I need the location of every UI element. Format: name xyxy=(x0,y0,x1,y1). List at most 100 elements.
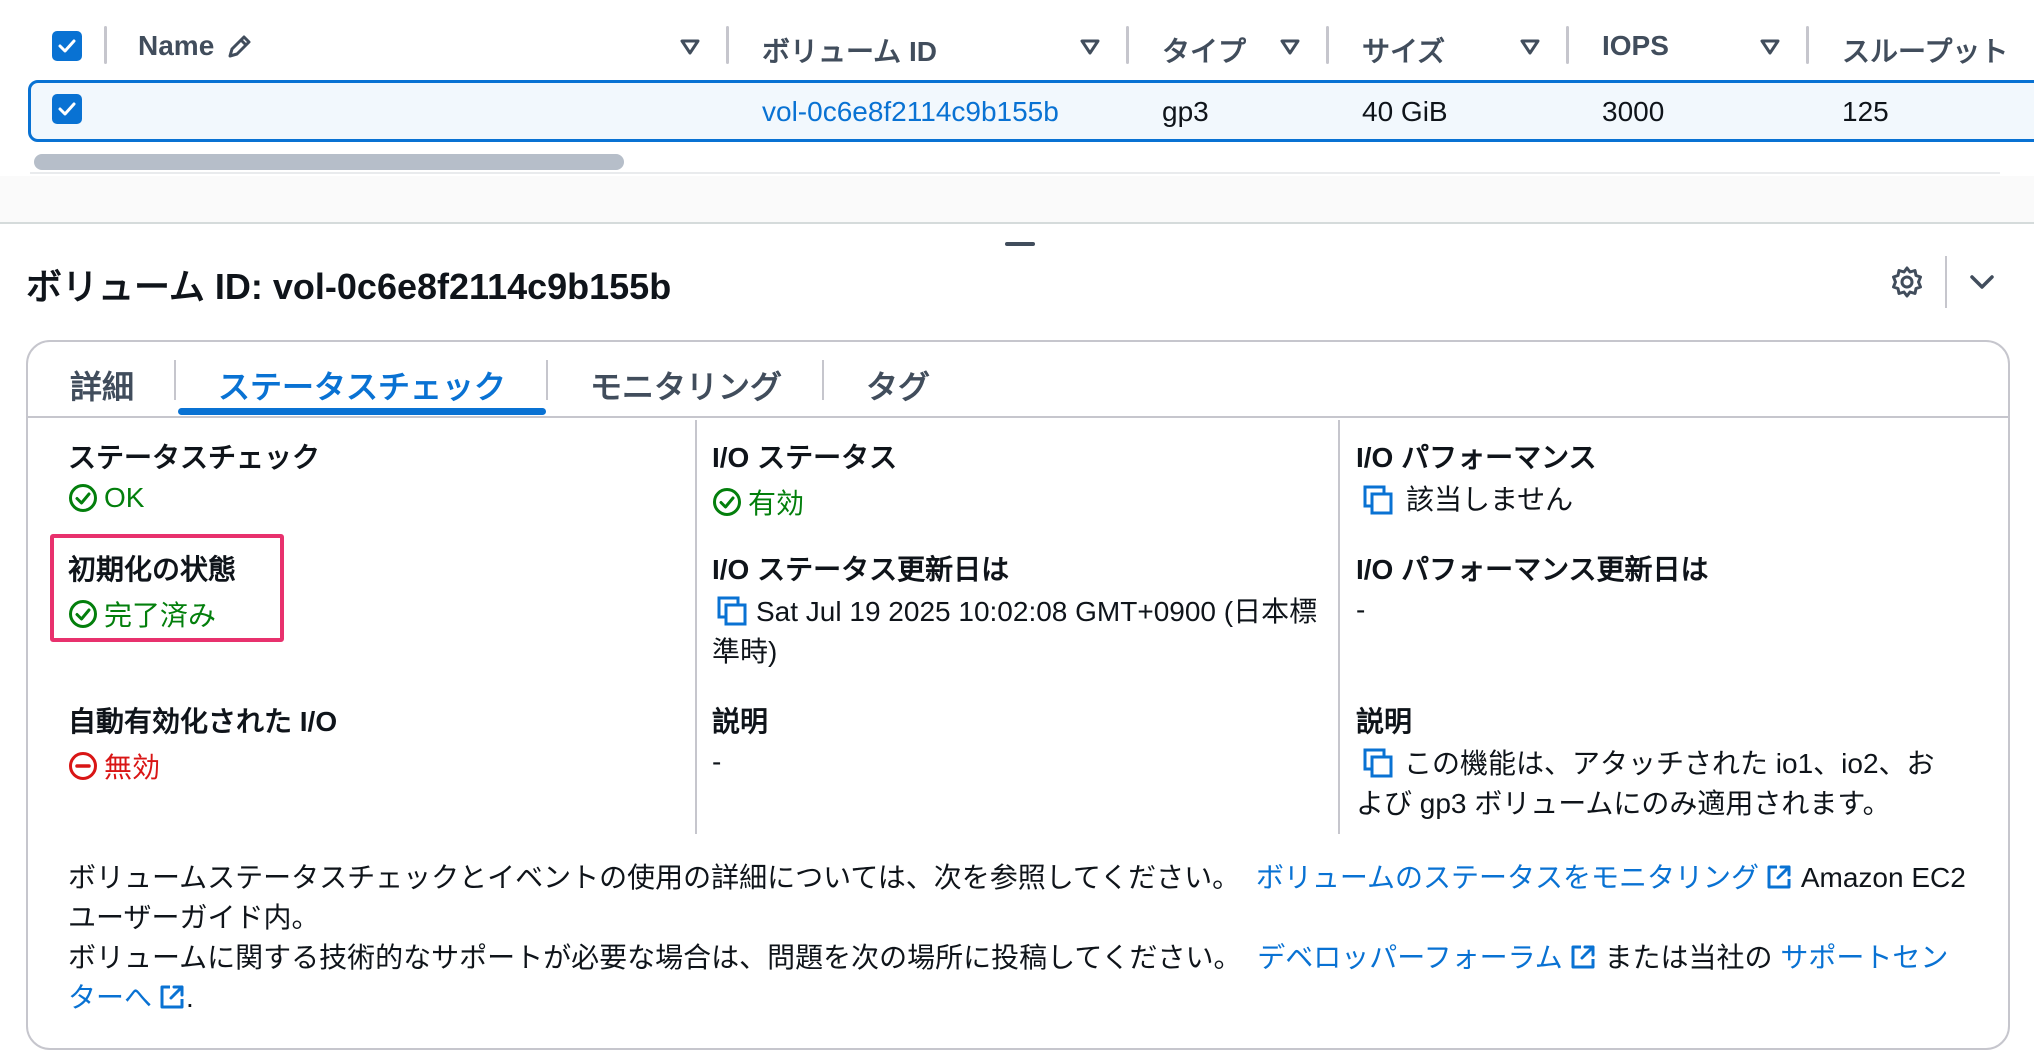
tab-separator xyxy=(822,360,824,400)
field-status-check: ステータスチェック OK xyxy=(68,436,320,514)
column-header-name-label: Name xyxy=(138,30,215,61)
status-check-text: OK xyxy=(104,482,145,513)
io-performance-text: 該当しません xyxy=(1406,484,1574,515)
field-io-performance: I/O パフォーマンス 該当しません xyxy=(1356,436,1597,520)
header-divider xyxy=(1126,26,1129,64)
tab-details[interactable]: 詳細 xyxy=(70,362,134,408)
io-performance-value: 該当しません xyxy=(1356,480,1597,520)
description-right-text: この機能は、アタッチされた io1、io2、および gp3 ボリュームにのみ適用… xyxy=(1356,748,1935,819)
status-check-label: ステータスチェック xyxy=(68,442,321,473)
pencil-icon[interactable] xyxy=(224,32,254,62)
column-header-type[interactable]: タイプ xyxy=(1162,30,1246,70)
auto-enabled-io-value: 無効 xyxy=(68,746,337,786)
cell-volume-id-link[interactable]: vol-0c6e8f2114c9b155b xyxy=(762,96,1059,128)
table-footer-band xyxy=(0,176,2034,222)
tabs-bottom-border xyxy=(28,416,2008,418)
tab-monitoring[interactable]: モニタリング xyxy=(590,362,782,408)
cell-size: 40 GiB xyxy=(1362,96,1448,127)
copy-icon[interactable] xyxy=(1362,747,1394,779)
monitor-volume-status-link[interactable]: ボリュームのステータスをモニタリング xyxy=(1256,862,1759,893)
init-state-value: 完了済み xyxy=(68,594,236,634)
tab-separator xyxy=(546,360,548,400)
settings-button[interactable] xyxy=(1887,262,1927,302)
external-link-icon[interactable] xyxy=(1765,863,1793,891)
help-line-2-text: ボリュームに関する技術的なサポートが必要な場合は、問題を次の場所に投稿してくださ… xyxy=(68,942,1242,973)
select-all-checkbox[interactable] xyxy=(52,31,82,61)
panel-title: ボリューム ID: vol-0c6e8f2114c9b155b xyxy=(26,266,672,307)
column-header-size-label: サイズ xyxy=(1362,36,1446,67)
io-status-value: 有効 xyxy=(712,482,897,522)
column-header-volume-id[interactable]: ボリューム ID xyxy=(762,30,937,70)
tab-tags[interactable]: タグ xyxy=(866,362,930,408)
check-circle-icon xyxy=(713,488,741,516)
header-divider xyxy=(1326,26,1329,64)
help-line-2-mid: または当社の xyxy=(1604,942,1773,973)
copy-icon[interactable] xyxy=(1362,484,1394,516)
cell-throughput: 125 xyxy=(1842,96,1889,127)
column-separator xyxy=(1338,420,1340,834)
help-line-1-text: ボリュームステータスチェックとイベントの使用の詳細については、次を参照してくださ… xyxy=(68,862,1241,893)
field-auto-enabled-io: 自動有効化された I/O 無効 xyxy=(68,700,337,786)
column-header-throughput-label: スループット xyxy=(1842,36,2009,67)
horizontal-scrollbar[interactable] xyxy=(34,154,624,170)
field-description-right: 説明 この機能は、アタッチされた io1、io2、および gp3 ボリュームにの… xyxy=(1356,700,1956,824)
resize-handle[interactable] xyxy=(1005,242,1035,246)
column-header-iops[interactable]: IOPS xyxy=(1602,30,1669,62)
io-status-updated-text: Sat Jul 19 2025 10:02:08 GMT+0900 (日本標準時… xyxy=(712,596,1318,667)
column-header-size[interactable]: サイズ xyxy=(1362,30,1445,70)
column-header-throughput[interactable]: スループット xyxy=(1842,30,2008,70)
cell-type: gp3 xyxy=(1162,96,1209,127)
sort-size-icon[interactable] xyxy=(1519,36,1541,58)
help-text: ボリュームステータスチェックとイベントの使用の詳細については、次を参照してくださ… xyxy=(68,858,1968,1018)
external-link-icon[interactable] xyxy=(158,983,186,1011)
field-init-state: 初期化の状態 完了済み xyxy=(68,548,236,634)
external-link-icon[interactable] xyxy=(1569,943,1597,971)
tab-separator xyxy=(174,360,176,400)
help-line-2: ボリュームに関する技術的なサポートが必要な場合は、問題を次の場所に投稿してくださ… xyxy=(68,938,1968,1018)
description-mid-value: - xyxy=(712,746,722,777)
help-line-2-end: . xyxy=(186,982,194,1013)
io-status-updated-value: Sat Jul 19 2025 10:02:08 GMT+0900 (日本標準時… xyxy=(712,592,1322,672)
sort-volume-id-icon[interactable] xyxy=(1079,36,1101,58)
io-status-updated-label: I/O ステータス更新日は xyxy=(712,554,1010,585)
developer-forum-link[interactable]: デベロッパーフォーラム xyxy=(1257,942,1562,973)
header-divider xyxy=(1566,26,1569,64)
check-icon xyxy=(58,39,76,53)
active-tab-indicator xyxy=(178,408,546,415)
minus-circle-icon xyxy=(69,752,97,780)
copy-icon[interactable] xyxy=(716,595,748,627)
header-divider xyxy=(1945,256,1947,308)
tab-status-check[interactable]: ステータスチェック xyxy=(218,362,506,408)
column-header-volume-id-label: ボリューム ID xyxy=(762,36,937,67)
column-header-iops-label: IOPS xyxy=(1602,30,1669,61)
auto-enabled-io-text: 無効 xyxy=(104,752,161,783)
field-io-performance-updated: I/O パフォーマンス更新日は - xyxy=(1356,548,1709,626)
check-icon xyxy=(58,102,76,116)
gear-icon xyxy=(1892,266,1922,298)
io-performance-updated-label: I/O パフォーマンス更新日は xyxy=(1356,554,1709,585)
init-state-label: 初期化の状態 xyxy=(68,554,237,585)
io-status-text: 有効 xyxy=(748,488,805,519)
io-performance-label: I/O パフォーマンス xyxy=(1356,442,1597,473)
column-header-name[interactable]: Name xyxy=(138,30,214,62)
field-io-status: I/O ステータス 有効 xyxy=(712,436,897,522)
row-checkbox[interactable] xyxy=(52,94,82,124)
io-status-label: I/O ステータス xyxy=(712,442,898,473)
check-circle-icon xyxy=(69,484,97,512)
sort-iops-icon[interactable] xyxy=(1759,36,1781,58)
sort-name-icon[interactable] xyxy=(679,36,701,58)
sort-type-icon[interactable] xyxy=(1279,36,1301,58)
check-circle-icon xyxy=(69,600,97,628)
field-io-status-updated: I/O ステータス更新日は Sat Jul 19 2025 10:02:08 G… xyxy=(712,548,1322,672)
io-performance-updated-value: - xyxy=(1356,594,1366,625)
init-state-text: 完了済み xyxy=(104,600,217,631)
help-line-1: ボリュームステータスチェックとイベントの使用の詳細については、次を参照してくださ… xyxy=(68,858,1968,938)
auto-enabled-io-label: 自動有効化された I/O xyxy=(68,706,338,737)
column-header-type-label: タイプ xyxy=(1162,36,1247,67)
collapse-button[interactable] xyxy=(1962,262,2002,302)
description-right-label: 説明 xyxy=(1356,706,1413,737)
split-panel-divider xyxy=(0,222,2034,224)
header-divider xyxy=(104,26,107,64)
table-bottom-line xyxy=(30,172,2000,174)
status-check-value: OK xyxy=(68,482,320,514)
